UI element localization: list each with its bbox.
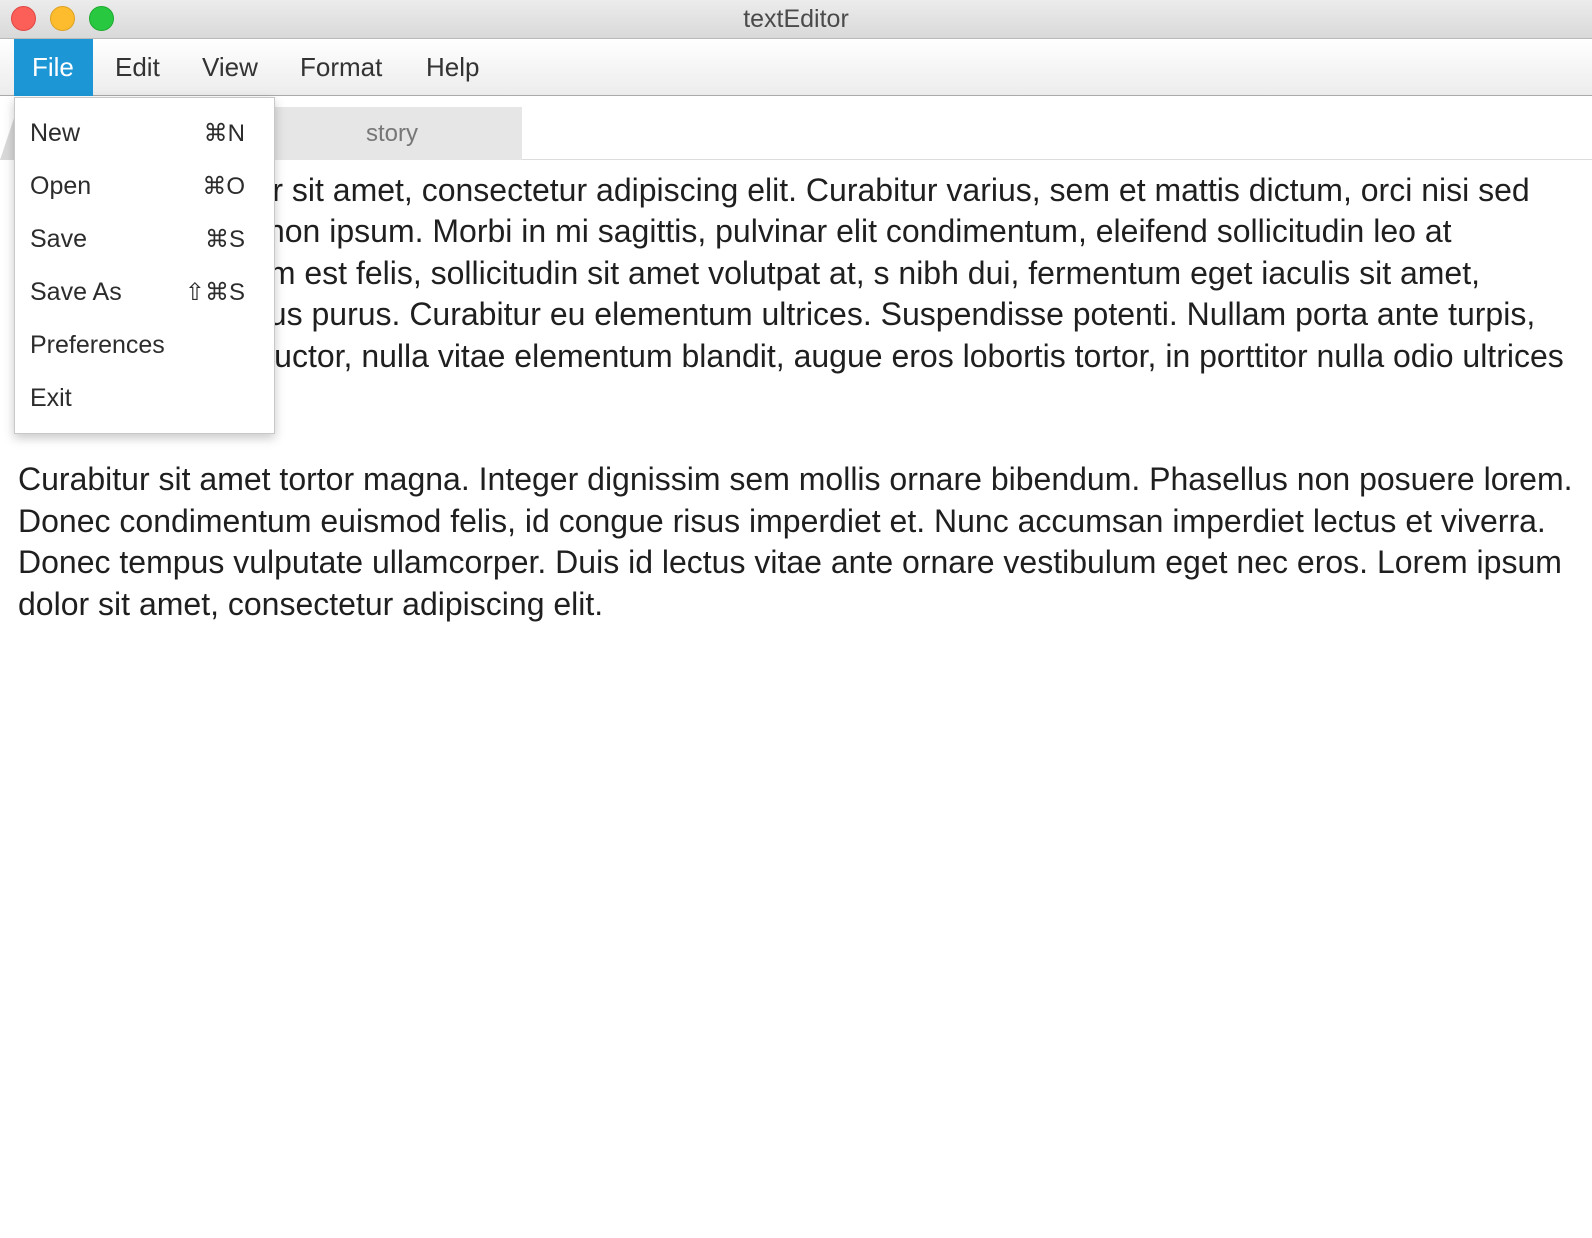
paragraph: Curabitur sit amet tortor magna. Integer…: [18, 461, 1573, 622]
menu-bar: File Edit View Format Help: [0, 39, 1592, 96]
tab-story[interactable]: story: [262, 107, 522, 160]
file-menu-dropdown: New ⌘N Open ⌘O Save ⌘S Save As ⇧⌘S Prefe…: [14, 97, 275, 434]
menu-item-shortcut: ⌘O: [202, 173, 245, 200]
menu-item-open[interactable]: Open ⌘O: [15, 160, 274, 213]
menu-item-shortcut: ⌘N: [203, 120, 245, 147]
menu-view[interactable]: View: [184, 39, 276, 96]
menu-item-label: Save: [30, 225, 87, 253]
menu-item-label: New: [30, 119, 81, 147]
window-title: textEditor: [743, 5, 849, 33]
menu-item-label: Exit: [30, 384, 72, 412]
menu-format[interactable]: Format: [282, 39, 400, 96]
menu-item-preferences[interactable]: Preferences: [15, 319, 274, 372]
title-bar: textEditor: [0, 0, 1592, 39]
menu-item-shortcut: ⇧⌘S: [184, 279, 245, 306]
menu-item-label: Preferences: [30, 331, 165, 359]
menu-item-save[interactable]: Save ⌘S: [15, 213, 274, 266]
menu-item-save-as[interactable]: Save As ⇧⌘S: [15, 266, 274, 319]
menu-item-shortcut: ⌘S: [204, 226, 245, 253]
menu-item-new[interactable]: New ⌘N: [15, 107, 274, 160]
menu-item-label: Open: [30, 172, 92, 200]
tab-notch: [0, 118, 14, 160]
menu-edit[interactable]: Edit: [97, 39, 178, 96]
menu-item-label: Save As: [30, 278, 122, 306]
menu-item-exit[interactable]: Exit: [15, 372, 274, 425]
menu-help[interactable]: Help: [408, 39, 497, 96]
menu-file[interactable]: File: [14, 39, 93, 96]
